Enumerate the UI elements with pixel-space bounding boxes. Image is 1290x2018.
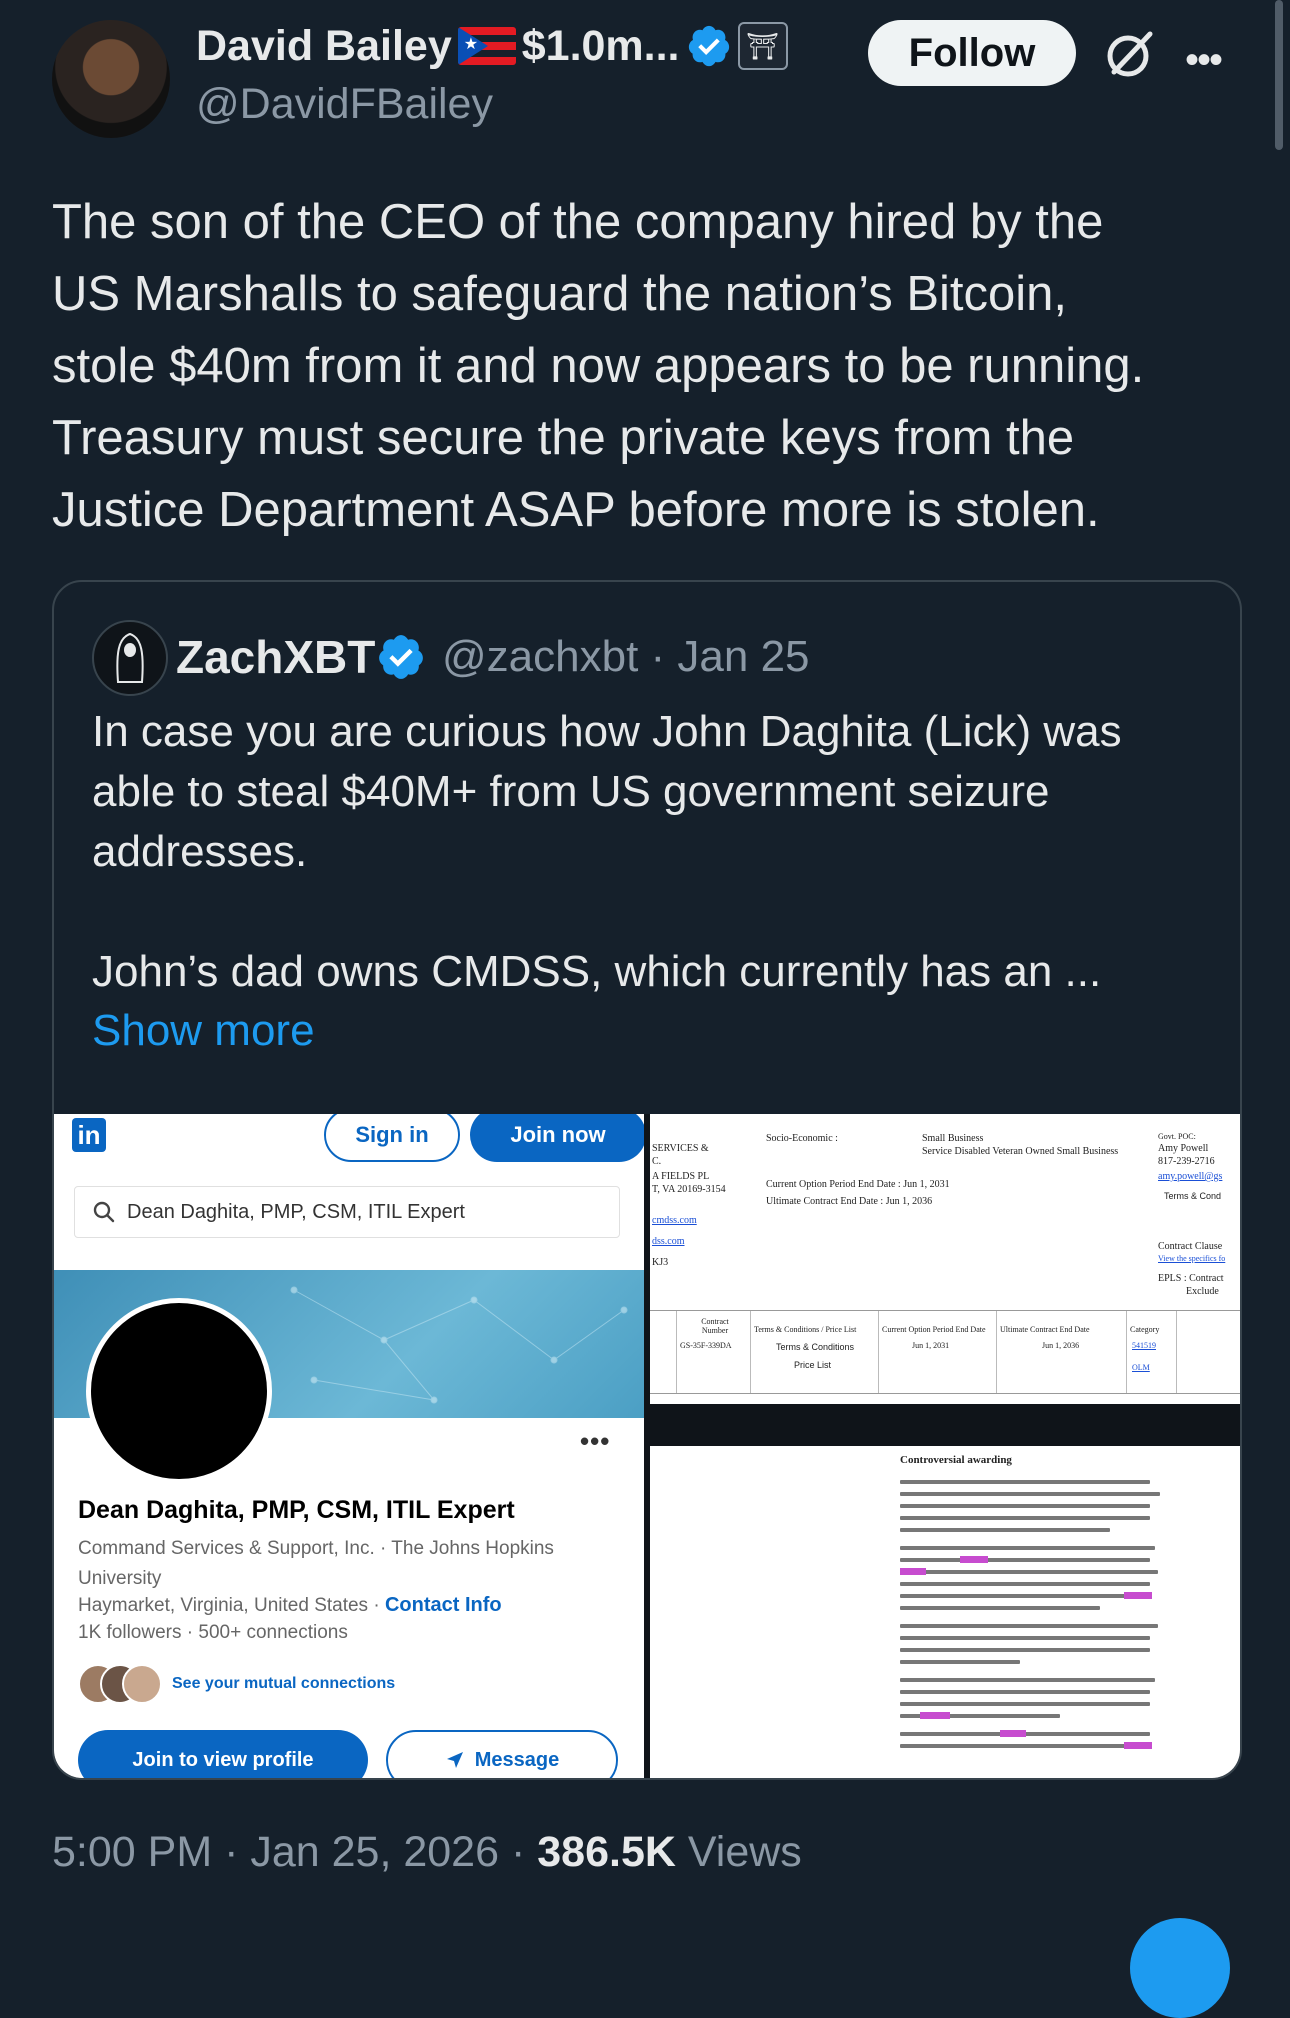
linkedin-search-value: Dean Daghita, PMP, CSM, ITIL Expert <box>127 1200 465 1223</box>
meta-separator: · <box>638 632 678 681</box>
footer-separator: · <box>499 1828 538 1876</box>
linkedin-search-field: Dean Daghita, PMP, CSM, ITIL Expert <box>74 1186 620 1238</box>
more-icon[interactable]: ••• <box>1185 38 1255 82</box>
linkedin-profile-name: Dean Daghita, PMP, CSM, ITIL Expert <box>78 1496 515 1524</box>
government-affiliation-icon[interactable]: ⛩ <box>737 22 788 70</box>
tweet-footer: 5:00 PM · Jan 25, 2026 · 386.5K Views <box>52 1828 802 1877</box>
quoted-author-avatar[interactable] <box>92 620 168 696</box>
compose-button[interactable] <box>1130 1918 1230 2018</box>
linkedin-followers: 1K followers <box>78 1622 182 1643</box>
quoted-author-name[interactable]: ZachXBT <box>176 630 375 684</box>
th-category: Category <box>1130 1325 1160 1334</box>
media-grid[interactable]: in Sign in Join now Dean Daghita, PMP, C… <box>54 1114 1240 1778</box>
doc-terms-cond: Terms & Cond <box>1164 1191 1222 1201</box>
verified-badge-icon[interactable] <box>376 632 426 682</box>
linkedin-stats-row: 1K followers · 500+ connections <box>78 1622 348 1644</box>
views-label: Views <box>675 1828 802 1876</box>
doc-excluded: Exclude <box>1186 1286 1219 1297</box>
contract-document-screenshot[interactable]: SERVICES & C. A FIELDS PL T, VA 20169-31… <box>650 1114 1240 1440</box>
quoted-handle[interactable]: @zachxbt <box>442 632 638 681</box>
doc-small-business: Small Business <box>922 1133 984 1144</box>
th-terms: Terms & Conditions / Price List <box>754 1325 857 1334</box>
news-article-screenshot[interactable]: Controversial awarding <box>650 1446 1240 1778</box>
td-ultimate: Jun 1, 2036 <box>1042 1341 1080 1350</box>
send-icon <box>446 1752 463 1768</box>
td-number: GS-35F-339DA <box>680 1341 732 1350</box>
doc-epls: EPLS : Contract <box>1158 1273 1224 1284</box>
doc-poc-email: amy.powell@gs <box>1158 1171 1223 1182</box>
author-name-suffix[interactable]: $1.0m... <box>522 22 680 71</box>
doc-current-end: Current Option Period End Date : Jun 1, … <box>766 1179 950 1190</box>
doc-c: C. <box>652 1156 662 1167</box>
author-handle[interactable]: @DavidFBailey <box>196 80 493 129</box>
follow-button[interactable]: Follow <box>868 20 1076 86</box>
author-name-row: David Bailey ★ $1.0m... ⛩ <box>196 16 788 76</box>
doc-socio: Socio-Economic : <box>766 1133 838 1144</box>
author-display-name[interactable]: David Bailey <box>196 22 452 71</box>
th-current: Current Option Period End Date <box>882 1325 986 1334</box>
doc-poc-name: Amy Powell <box>1158 1143 1209 1154</box>
doc-view-specifics: View the specifics fo <box>1158 1254 1226 1263</box>
puerto-rico-flag-icon: ★ <box>457 27 516 65</box>
verified-badge-icon[interactable] <box>686 23 732 69</box>
doc-table: Contract Number Terms & Conditions / Pri… <box>650 1310 1240 1394</box>
td-cat1: 541519 <box>1132 1341 1156 1350</box>
quoted-tweet[interactable]: ZachXBT @zachxbt · Jan 25 In case you ar… <box>52 580 1242 1780</box>
doc-link2: dss.com <box>652 1236 685 1247</box>
more-icon: ••• <box>580 1426 611 1456</box>
tweet-text: The son of the CEO of the company hired … <box>52 195 1145 537</box>
doc-code: KJ3 <box>652 1257 669 1268</box>
linkedin-message-label: Message <box>474 1748 560 1771</box>
linkedin-screenshot[interactable]: in Sign in Join now Dean Daghita, PMP, C… <box>54 1114 644 1778</box>
linkedin-mutual-link: See your mutual connections <box>172 1675 396 1692</box>
footer-separator: · <box>212 1828 251 1876</box>
td-terms: Terms & Conditions <box>776 1342 855 1352</box>
linkedin-profile-photo <box>86 1298 272 1484</box>
doc-poc-phone: 817-239-2716 <box>1158 1156 1215 1167</box>
tweet-date[interactable]: Jan 25, 2026 <box>250 1828 499 1876</box>
quoted-date[interactable]: Jan 25 <box>677 632 809 681</box>
linkedin-location: Haymarket, Virginia, United States <box>78 1595 369 1616</box>
doc-services: SERVICES & <box>652 1143 709 1154</box>
dot-separator: · <box>181 1622 199 1643</box>
doc-address2: T, VA 20169-3154 <box>652 1184 726 1195</box>
linkedin-message-button: Message <box>386 1730 618 1778</box>
doc-ultimate-end: Ultimate Contract End Date : Jun 1, 2036 <box>766 1196 933 1207</box>
linkedin-logo-icon: in <box>72 1118 106 1152</box>
hooded-figure-icon <box>116 632 144 683</box>
search-icon <box>93 1201 115 1223</box>
linkedin-join-now-button: Join now <box>470 1114 644 1162</box>
linkedin-mutual-row: See your mutual connections <box>78 1664 395 1704</box>
th-ultimate: Ultimate Contract End Date <box>1000 1325 1090 1334</box>
td-current: Jun 1, 2031 <box>912 1341 950 1350</box>
dot-separator: · <box>368 1595 385 1616</box>
author-avatar[interactable] <box>52 20 170 138</box>
article-heading: Controversial awarding <box>900 1454 1012 1466</box>
show-more-link[interactable]: Show more <box>92 1006 315 1056</box>
doc-divider <box>650 1404 1240 1440</box>
linkedin-location-row: Haymarket, Virginia, United States · Con… <box>78 1594 502 1617</box>
doc-sdvosb: Service Disabled Veteran Owned Small Bus… <box>922 1146 1119 1157</box>
linkedin-contact-info: Contact Info <box>384 1594 502 1616</box>
th-contract: Contract Number <box>701 1317 729 1335</box>
linkedin-connections: 500+ connections <box>198 1622 348 1643</box>
views-count: 386.5K <box>537 1828 676 1876</box>
mutual-avatars <box>78 1664 162 1704</box>
td-cat2: OLM <box>1132 1363 1150 1372</box>
linkedin-sign-in-button: Sign in <box>324 1114 460 1162</box>
linkedin-company-line: Command Services & Support, Inc. · The J… <box>78 1538 554 1589</box>
tweet-time[interactable]: 5:00 PM <box>52 1828 212 1876</box>
quoted-meta: @zachxbt · Jan 25 <box>442 632 810 682</box>
scrollbar[interactable] <box>1275 0 1283 150</box>
td-price: Price List <box>794 1360 832 1370</box>
doc-link1: cmdss.com <box>652 1215 697 1226</box>
doc-address1: A FIELDS PL <box>652 1171 710 1182</box>
quoted-text: In case you are curious how John Daghita… <box>92 707 1122 996</box>
grok-icon[interactable] <box>1100 24 1160 84</box>
linkedin-join-view-button: Join to view profile <box>78 1730 368 1778</box>
